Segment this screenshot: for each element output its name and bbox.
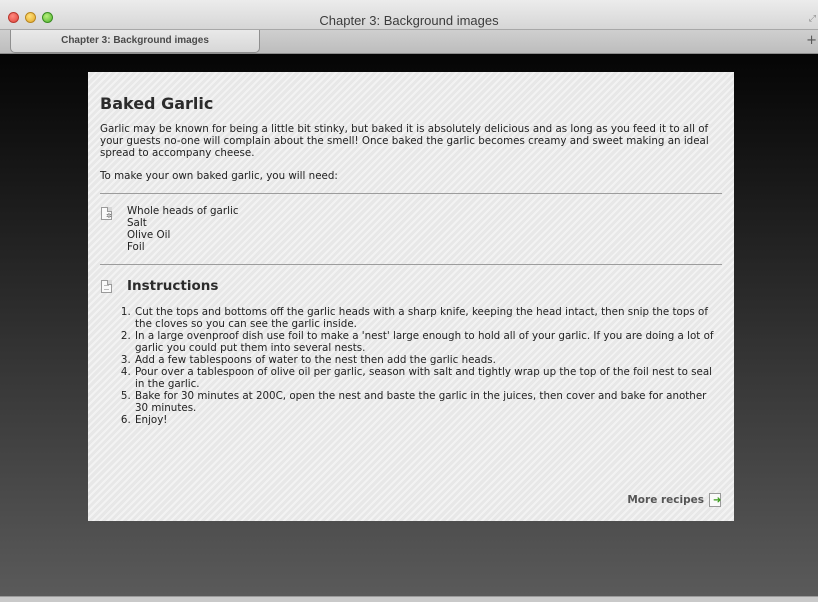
instruction-step: Pour over a tablespoon of olive oil per … [134,366,722,390]
document-icon [101,280,112,293]
recipe-title: Baked Garlic [100,94,214,113]
more-recipes-link[interactable]: More recipes ➜ [627,493,721,507]
instructions-header: Instructions [100,265,722,294]
new-tab-icon[interactable]: + [806,33,817,48]
tab-chapter-3[interactable]: Chapter 3: Background images [10,30,260,53]
ingredient-item: Whole heads of garlic [127,205,239,217]
fullscreen-icon[interactable]: ⤢ [809,14,816,24]
status-bar [0,596,818,602]
recipe-intro: Garlic may be known for being a little b… [100,123,709,159]
ingredients-lead: To make your own baked garlic, you will … [100,170,338,182]
instruction-step: Add a few tablespoons of water to the ne… [134,354,722,366]
ingredient-item: Foil [127,241,145,253]
instruction-step: Enjoy! [134,414,722,426]
instruction-step: Cut the tops and bottoms off the garlic … [134,306,722,330]
recipe-card: Baked Garlic Garlic may be known for bei… [88,72,734,521]
instructions-title: Instructions [127,278,219,294]
instruction-step: In a large ovenproof dish use foil to ma… [134,330,722,354]
instructions-list: Cut the tops and bottoms off the garlic … [100,306,722,426]
ingredients-list: ✲ Whole heads of garlic Salt Olive Oil F… [100,194,722,264]
ingredient-item: Salt [127,217,147,229]
window-title: Chapter 3: Background images [319,13,499,28]
instruction-step: Bake for 30 minutes at 200C, open the ne… [134,390,722,414]
ingredient-item: Olive Oil [127,229,171,241]
document-arrow-icon[interactable]: ➜ [709,493,721,507]
document-gear-icon: ✲ [101,207,112,220]
more-recipes-label: More recipes [627,494,704,506]
window-titlebar: Chapter 3: Background images ⤢ [0,0,818,30]
tab-bar: Chapter 3: Background images + [0,30,818,54]
